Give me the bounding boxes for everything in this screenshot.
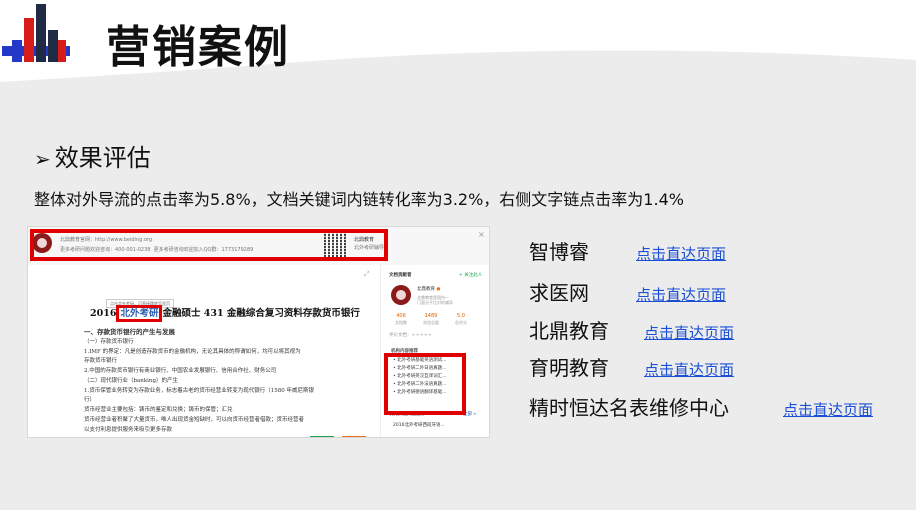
- verified-badge-icon: ●: [436, 287, 441, 292]
- summary-text: 整体对外导流的点击率为5.8%，文档关键词内链转化率为3.2%，右侧文字链点击率…: [34, 190, 684, 209]
- case-name: 智博睿: [529, 240, 589, 264]
- rating-label: 评价文档：: [389, 333, 412, 338]
- contributor-heading: 文档贡献者: [389, 273, 412, 278]
- doc-line: 货币经营业主要包括：铸币的鉴定和兑换；铸币的保管；汇兑: [84, 407, 233, 413]
- stat-label: 文档数: [395, 320, 407, 325]
- example-screenshot: 北鼎教育官网：http://www.beiding.org 更多考研问题欢迎咨询…: [27, 226, 490, 438]
- case-name: 精时恒达名表维修中心: [529, 396, 729, 420]
- expand-icon[interactable]: ⤢: [364, 271, 370, 278]
- contributor-name[interactable]: 北鼎教育 ●: [417, 287, 440, 293]
- doc-line: 行）: [84, 397, 96, 403]
- favorite-button[interactable]: [342, 436, 366, 437]
- contributor-avatar[interactable]: [391, 285, 411, 305]
- recommend-highlight-box: [384, 353, 466, 415]
- stat-value: 406: [396, 313, 406, 319]
- rating-row: 评价文档：★★★★★: [389, 333, 432, 339]
- stat-label: 总评分: [455, 320, 467, 325]
- contributor-name-text: 北鼎教育: [417, 287, 435, 292]
- stat-value: 1489: [424, 313, 438, 319]
- doc-line: 1.IMF 的界定：凡是创造存款货币的金融机构，无论其具体的称谓如何，均可以将其…: [84, 349, 301, 355]
- doc-line: 一、存款货币银行的产生与发展: [84, 328, 175, 336]
- case-name: 育明教育: [529, 356, 609, 380]
- doc-title-year: 2016: [90, 308, 117, 319]
- case-name: 北鼎教育: [529, 319, 609, 343]
- case-link[interactable]: 点击直达页面: [644, 360, 734, 380]
- bar-chart-logo-icon: [2, 4, 70, 62]
- doc-line: 1.货币保管业务转变为存款业务，标志着古老的货币经营业转变为现代银行（1580 …: [84, 388, 314, 394]
- doc-line: （二）现代银行业（banking）的产生: [84, 378, 178, 384]
- case-link[interactable]: 点击直达页面: [636, 244, 726, 264]
- follow-button[interactable]: + 关注此人: [459, 273, 482, 279]
- rating-stars-icon[interactable]: ★★★★★: [412, 333, 432, 338]
- doc-keyword-link[interactable]: 北外考研: [116, 305, 163, 322]
- close-icon[interactable]: ×: [478, 231, 485, 239]
- case-name: 求医网: [529, 281, 589, 305]
- doc-line: 存款货币银行: [84, 358, 118, 364]
- stat-value: 5.0: [457, 313, 465, 319]
- doc-title: 2016 北外考研 金融硕士 431 金融综合复习资料存款货币银行: [90, 305, 360, 322]
- header-banner: 营销案例: [0, 0, 916, 95]
- doc-line: 2.中国的存款货币银行有商业银行、中国农业发展银行、信用合作社、财务公司: [84, 368, 277, 374]
- slide-title: 营销案例: [106, 22, 290, 73]
- doc-line: （一）存款货币银行: [84, 339, 134, 345]
- section-heading-text: 效果评估: [54, 144, 151, 172]
- stat-label: 浏览总量: [423, 320, 439, 325]
- section-heading: ➢ 效果评估: [34, 142, 151, 175]
- case-link[interactable]: 点击直达页面: [644, 323, 734, 343]
- header-highlight-box: [30, 229, 388, 261]
- case-link[interactable]: 点击直达页面: [783, 400, 873, 420]
- doc-line: 货币经营业者积聚了大量货币，唯人出现货金短缺时，可以向货币经营者借款；货币经营者: [84, 417, 305, 423]
- doc-title-rest: 金融硕士 431 金融综合复习资料存款货币银行: [162, 308, 360, 319]
- contributor-desc: 北鼎教育是国内一 门面分子比对的辅导: [417, 295, 453, 305]
- case-link[interactable]: 点击直达页面: [636, 285, 726, 305]
- more-docs-item[interactable]: 2016北外考研西班牙语...: [393, 423, 445, 429]
- arrow-bullet-icon: ➢: [34, 147, 51, 171]
- download-button[interactable]: [310, 436, 334, 437]
- doc-line: 以支付利息提供服务来吸引更多存款: [84, 427, 173, 433]
